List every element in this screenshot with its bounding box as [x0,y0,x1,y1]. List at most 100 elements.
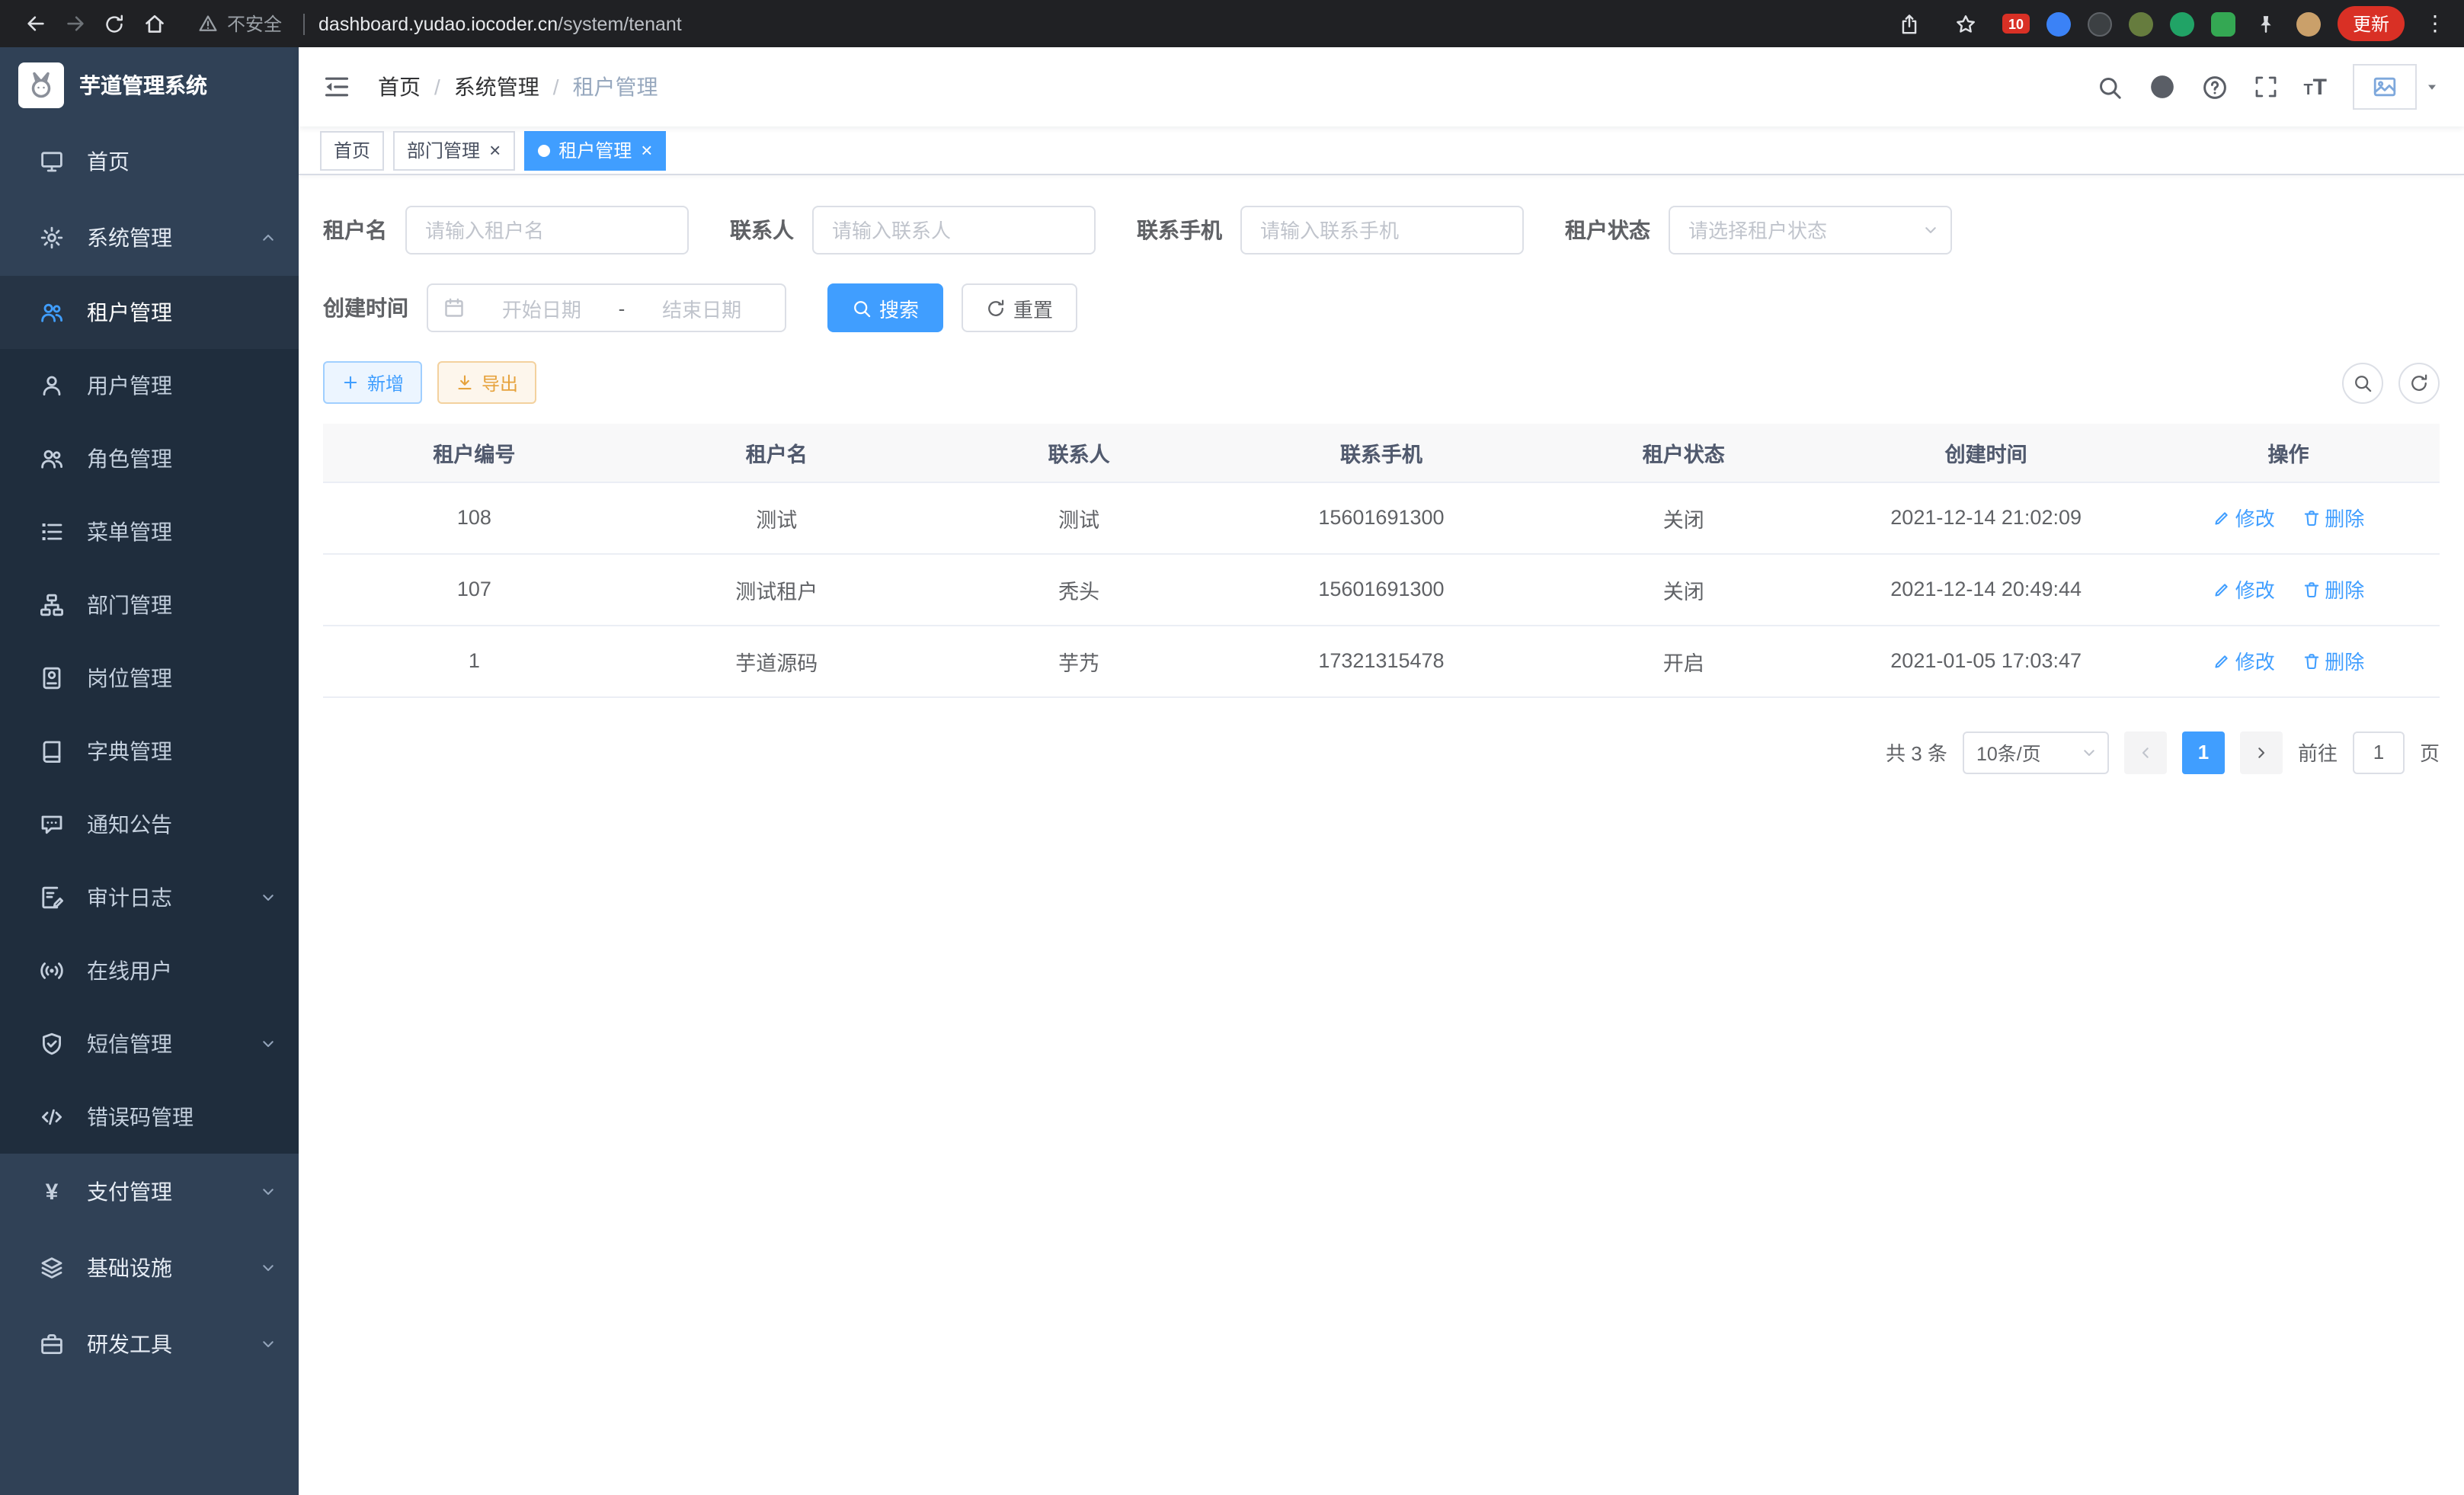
next-page-button[interactable] [2240,731,2283,773]
user-avatar-menu[interactable] [2353,64,2440,110]
browser-reload-button[interactable] [94,5,134,42]
site-security-chip[interactable]: 不安全 [198,11,305,37]
reset-button[interactable]: 重置 [962,283,1077,332]
browser-forward-button[interactable] [55,5,94,42]
github-button[interactable] [2148,73,2175,101]
font-size-button[interactable]: TT [2303,75,2327,98]
end-date-placeholder[interactable]: 结束日期 [634,293,770,322]
col-tenant-name: 租户名 [626,424,928,482]
edit-link[interactable]: 修改 [2213,646,2275,675]
extension-icon-olive[interactable] [2129,11,2153,36]
sidebar-item-error-code[interactable]: 错误码管理 [0,1080,299,1154]
chevron-up-icon [259,229,277,247]
tab-tenant[interactable]: 租户管理 × [523,130,666,170]
table-row: 108 测试 测试 15601691300 关闭 2021-12-14 21:0… [323,482,2440,553]
extension-counter-badge[interactable]: 10 [2002,14,2030,34]
extension-icon-blue[interactable] [2046,11,2071,36]
sidebar-item-user[interactable]: 用户管理 [0,349,299,422]
start-date-placeholder[interactable]: 开始日期 [474,293,610,322]
delete-link[interactable]: 删除 [2302,503,2364,532]
divider [303,13,305,34]
cell-tenant-id: 108 [323,482,626,553]
close-icon[interactable]: × [489,140,501,160]
status-select-input[interactable] [1669,206,1952,255]
edit-link[interactable]: 修改 [2213,575,2275,603]
contact-input[interactable] [812,206,1096,255]
sidebar-item-tenant[interactable]: 租户管理 [0,276,299,349]
caret-down-icon [2424,79,2440,94]
export-button-label: 导出 [482,370,518,395]
breadcrumb-home[interactable]: 首页 [378,72,421,102]
cell-status: 关闭 [1532,553,1835,625]
sidebar-group-payment[interactable]: ¥ 支付管理 [0,1154,299,1230]
refresh-table-button[interactable] [2398,362,2440,403]
date-range-picker[interactable]: 开始日期 - 结束日期 [427,283,786,332]
fold-menu-icon [323,73,350,101]
browser-menu-button[interactable]: ⋮ [2421,11,2449,37]
status-select[interactable] [1669,206,1952,255]
sidebar-group-system[interactable]: 系统管理 [0,200,299,276]
sidebar-toggle[interactable] [323,73,350,101]
app-navbar: 首页 / 系统管理 / 租户管理 TT [299,47,2464,126]
filter-row-2: 创建时间 开始日期 - 结束日期 搜索 重置 [323,283,2440,332]
sidebar-group-sms[interactable]: 短信管理 [0,1007,299,1080]
pin-extension-icon[interactable] [2252,5,2280,42]
show-search-toggle-button[interactable] [2342,362,2383,403]
export-button[interactable]: 导出 [437,361,536,404]
sidebar-item-label: 短信管理 [87,1029,172,1059]
profile-avatar[interactable] [2296,11,2321,36]
tab-home[interactable]: 首页 [320,130,384,170]
delete-link[interactable]: 删除 [2302,575,2364,603]
prev-page-button[interactable] [2124,731,2167,773]
phone-input[interactable] [1240,206,1524,255]
header-search-button[interactable] [2096,74,2122,100]
browser-update-button[interactable]: 更新 [2338,6,2405,41]
col-phone: 联系手机 [1230,424,1533,482]
sidebar-group-infra[interactable]: 基础设施 [0,1230,299,1306]
tenant-name-input[interactable] [405,206,689,255]
sidebar-item-notice[interactable]: 通知公告 [0,788,299,861]
share-button[interactable] [1890,5,1929,42]
address-bar[interactable]: dashboard.yudao.iocoder.cn/system/tenant [318,13,1877,34]
extension-icon-green[interactable] [2170,11,2194,36]
extension-icon-dark[interactable] [2088,11,2112,36]
page-number-button[interactable]: 1 [2182,731,2225,773]
sidebar-item-online-user[interactable]: 在线用户 [0,934,299,1007]
cell-status: 开启 [1532,625,1835,696]
sidebar-item-label: 部门管理 [87,590,172,620]
security-label: 不安全 [227,11,282,37]
fullscreen-button[interactable] [2253,75,2277,99]
add-button[interactable]: 新增 [323,361,422,404]
app-logo[interactable]: 芋道管理系统 [0,47,299,123]
edit-link[interactable]: 修改 [2213,503,2275,532]
goto-page-input[interactable] [2353,731,2405,773]
sidebar-item-dept[interactable]: 部门管理 [0,568,299,642]
sidebar-group-dev-tools[interactable]: 研发工具 [0,1306,299,1382]
table-row: 1 芋道源码 芋艿 17321315478 开启 2021-01-05 17:0… [323,625,2440,696]
sidebar-item-label: 租户管理 [87,297,172,328]
delete-link[interactable]: 删除 [2302,646,2364,675]
sidebar-item-dict[interactable]: 字典管理 [0,715,299,788]
contact-label: 联系人 [730,215,794,245]
search-button[interactable]: 搜索 [827,283,943,332]
extension-icon-green-square[interactable] [2211,11,2235,36]
sidebar-item-menu[interactable]: 菜单管理 [0,495,299,568]
tab-dept[interactable]: 部门管理 × [393,130,514,170]
sidebar-item-post[interactable]: 岗位管理 [0,642,299,715]
sidebar-item-role[interactable]: 角色管理 [0,422,299,495]
sidebar-group-audit-log[interactable]: 审计日志 [0,861,299,934]
help-button[interactable] [2201,74,2227,100]
page-size-select[interactable]: 10条/页 [1963,731,2109,773]
close-icon[interactable]: × [641,140,652,160]
breadcrumb-system[interactable]: 系统管理 [454,72,539,102]
code-icon [40,1105,64,1129]
signal-icon [40,959,64,983]
cell-contact: 测试 [928,482,1230,553]
browser-home-button[interactable] [134,5,174,42]
bookmark-star-button[interactable] [1946,5,1986,42]
cell-tenant-name: 芋道源码 [626,625,928,696]
sidebar-item-home[interactable]: 首页 [0,123,299,200]
chevron-down-icon [259,1035,277,1053]
sidebar-item-label: 支付管理 [87,1176,172,1207]
browser-back-button[interactable] [15,5,55,42]
